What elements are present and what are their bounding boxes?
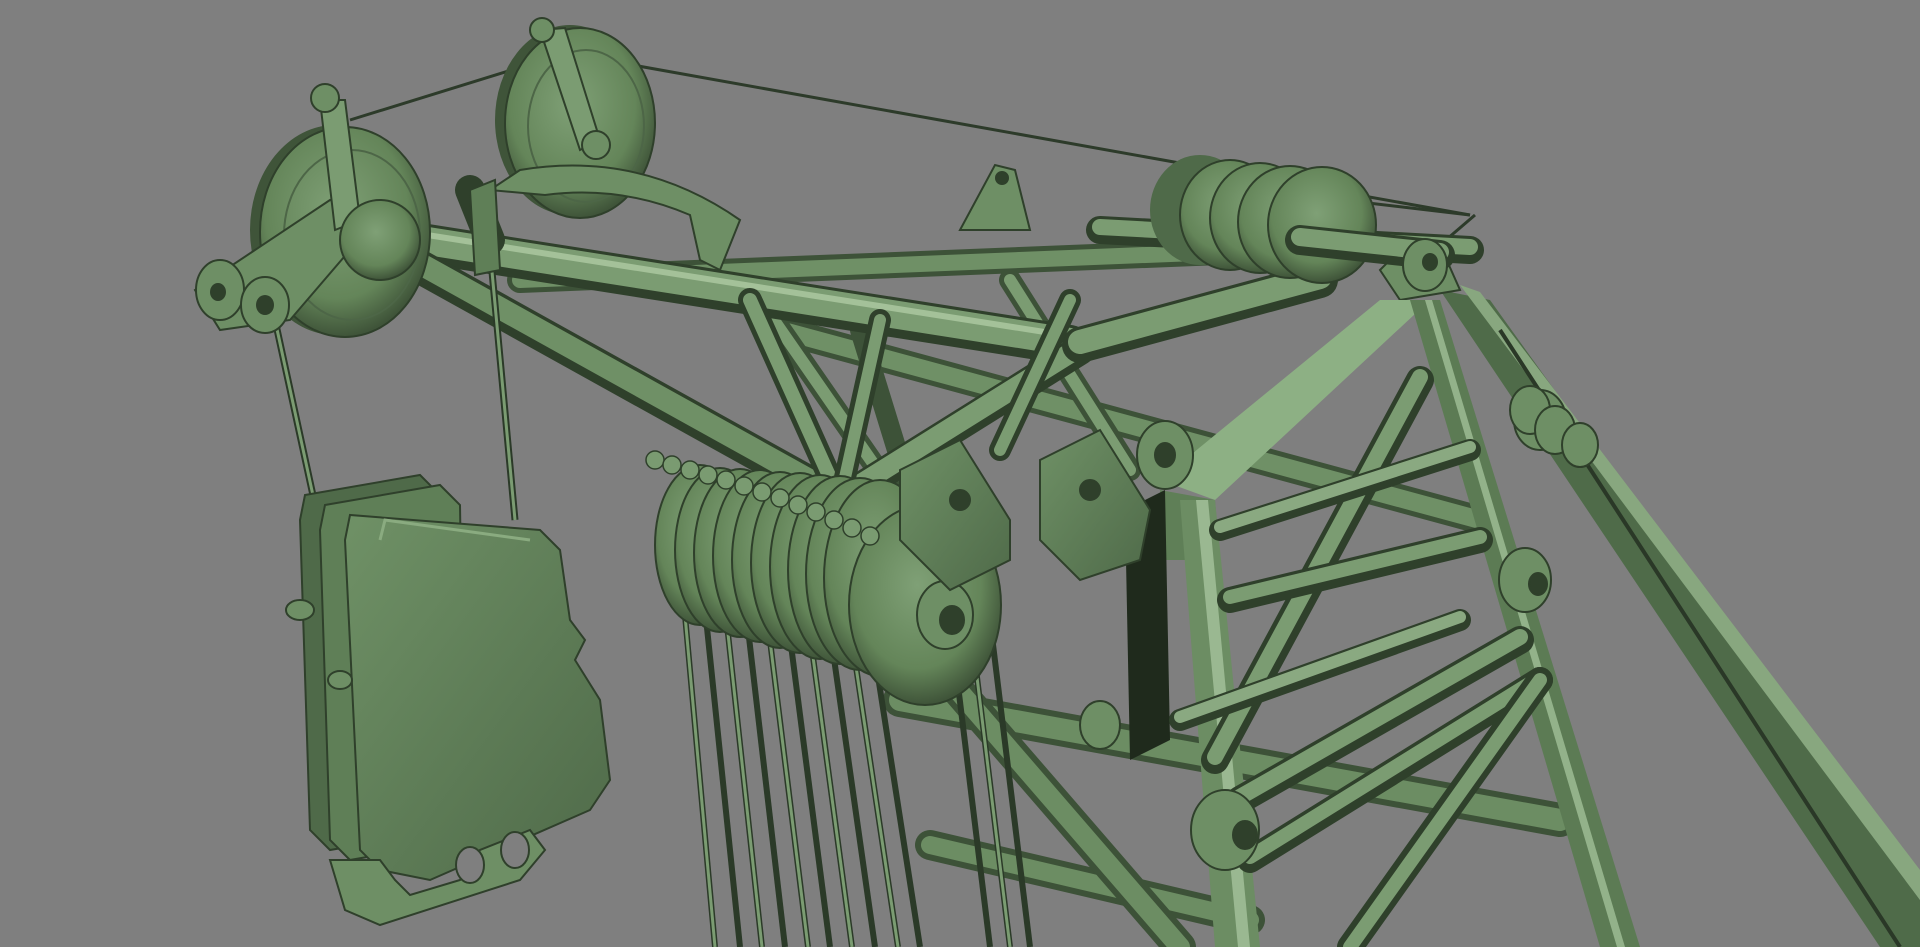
bracket-plates <box>899 428 1152 592</box>
top-sheave-2 <box>455 17 742 277</box>
crane-render <box>193 17 1920 947</box>
3d-viewport[interactable] <box>0 0 1920 947</box>
sheave-stack-upper <box>1150 155 1455 284</box>
hook-block <box>285 473 612 927</box>
